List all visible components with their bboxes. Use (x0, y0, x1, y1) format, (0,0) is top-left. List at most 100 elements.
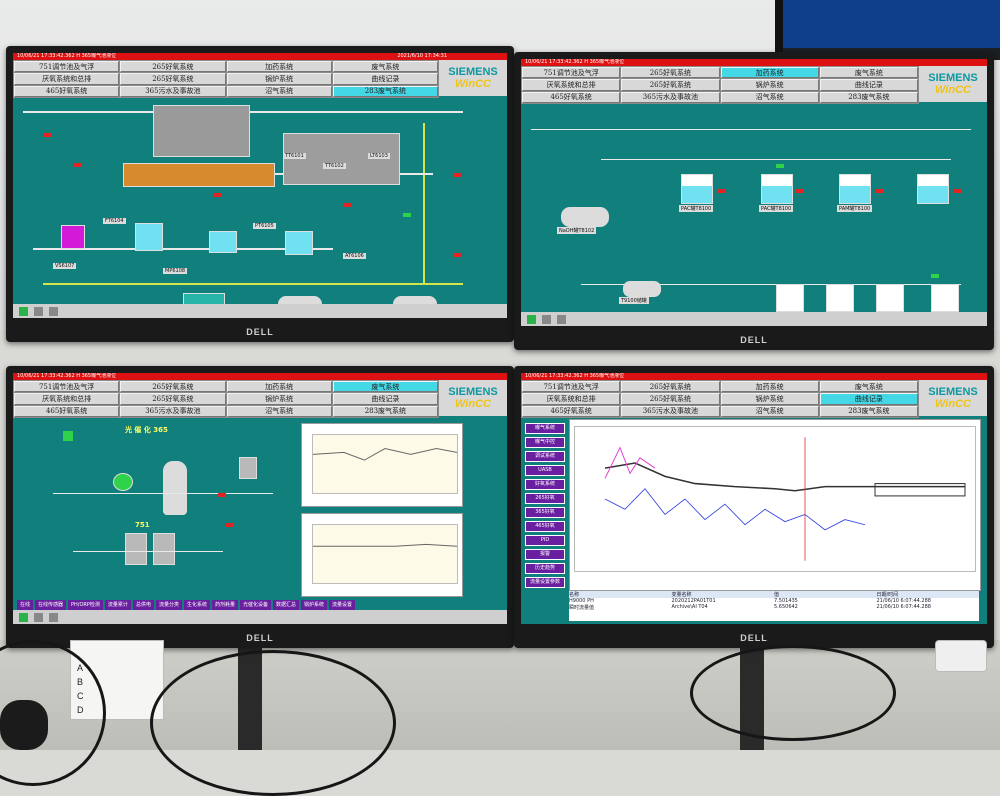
side-nav-btn[interactable]: 流量设置参数 (525, 577, 565, 588)
trend-chart (604, 437, 966, 561)
nav-btn[interactable]: 265好氧系统 (120, 73, 226, 85)
side-nav-btn[interactable]: 调试系统 (525, 451, 565, 462)
func-btn[interactable]: 流量设置 (329, 600, 356, 610)
nav-btn[interactable]: 283废气系统 (819, 405, 918, 417)
tool-icon[interactable] (49, 612, 58, 622)
process-tag: LT6103 (368, 153, 390, 159)
logo-wincc: WinCC (455, 78, 491, 90)
nav-btn[interactable]: 厌氧系统和总排 (522, 79, 621, 91)
nav-btn[interactable]: 751调节池及气浮 (14, 61, 120, 73)
nav-btn[interactable]: 沼气系统 (720, 405, 819, 417)
play-icon[interactable] (527, 314, 536, 324)
side-nav-btn[interactable]: UASB (525, 465, 565, 476)
nav-btn[interactable]: 751调节池及气浮 (522, 67, 621, 79)
nav-btn[interactable]: 265好氧系统 (120, 393, 226, 405)
nav-btn[interactable]: 265好氧系统 (621, 381, 720, 393)
nav-btn[interactable]: 465好氧系统 (522, 405, 621, 417)
func-btn[interactable]: 药剂耗量 (211, 600, 238, 610)
func-btn[interactable]: 流量分类 (155, 600, 182, 610)
nav-btn[interactable]: 265好氧系统 (621, 393, 720, 405)
logo-siemens: SIEMENS (928, 72, 978, 84)
nav-btn[interactable]: 365污水及事故池 (621, 405, 720, 417)
trend-window[interactable] (301, 423, 463, 507)
nav-btn[interactable]: 365污水及事故池 (621, 91, 720, 103)
nav-btn-active[interactable]: 283废气系统 (332, 85, 438, 97)
monitor-top-right: 10/06/21 17:33:42.362 H 365曝气池液位 751调节池及… (514, 52, 994, 350)
cable (690, 645, 896, 741)
nav-btn[interactable]: 265好氧系统 (621, 67, 720, 79)
func-btn[interactable]: 在线传感器 (35, 600, 67, 610)
nav-btn[interactable]: 751调节池及气浮 (522, 381, 621, 393)
nav-btn[interactable]: 加药系统 (226, 61, 332, 73)
nav-btn[interactable]: 废气系统 (819, 67, 918, 79)
func-btn[interactable]: 总供电 (132, 600, 154, 610)
func-btn[interactable]: 流量累计 (104, 600, 131, 610)
nav-grid: 751调节池及气浮 265好氧系统 加药系统 废气系统 厌氧系统和总排 265好… (521, 66, 919, 104)
trend-window[interactable] (301, 513, 463, 597)
mouse (0, 700, 48, 750)
nav-btn-active[interactable]: 废气系统 (332, 381, 438, 393)
col-header: 值 (774, 592, 780, 598)
dosing-tank (761, 174, 793, 204)
func-btn[interactable]: PH/ORP检测 (68, 600, 103, 610)
nav-btn[interactable]: 曲线记录 (332, 73, 438, 85)
side-nav-btn[interactable]: 报警 (525, 549, 565, 560)
nav-btn[interactable]: 锅炉系统 (226, 73, 332, 85)
nav-btn[interactable]: 锅炉系统 (720, 393, 819, 405)
func-btn[interactable]: 生化系统 (183, 600, 210, 610)
nav-btn[interactable]: 465好氧系统 (522, 91, 621, 103)
trend-window-large[interactable] (569, 419, 981, 591)
side-nav-btn[interactable]: 曝气中控 (525, 437, 565, 448)
nav-btn[interactable]: 265好氧系统 (621, 79, 720, 91)
func-btn[interactable]: 光催化设备 (240, 600, 272, 610)
nav-btn[interactable]: 465好氧系统 (14, 85, 120, 97)
func-btn[interactable]: 数据汇总 (273, 600, 300, 610)
nav-btn[interactable]: 365污水及事故池 (120, 405, 226, 417)
nav-btn[interactable]: 曲线记录 (819, 79, 918, 91)
nav-btn[interactable]: 751调节池及气浮 (14, 381, 120, 393)
nav-btn[interactable]: 283废气系统 (819, 91, 918, 103)
nav-btn[interactable]: 厌氧系统和总排 (14, 393, 120, 405)
tool-icon[interactable] (34, 612, 43, 622)
monitor-bottom-left: 10/06/21 17:33:42.362 H 365曝气池液位 751调节池及… (6, 366, 514, 648)
nav-btn-active[interactable]: 曲线记录 (819, 393, 918, 405)
side-nav-btn[interactable]: 265好氧 (525, 493, 565, 504)
tool-icon[interactable] (34, 306, 43, 316)
nav-btn[interactable]: 365污水及事故池 (120, 85, 226, 97)
play-icon[interactable] (19, 306, 28, 316)
tool-icon[interactable] (557, 314, 566, 324)
nav-btn-active[interactable]: 加药系统 (720, 67, 819, 79)
table-row[interactable]: 瞬时流量值 Archive\AI T04 5.650642 21/06/10 6… (569, 604, 979, 611)
func-btn[interactable]: 锅炉系统 (301, 600, 328, 610)
nav-btn[interactable]: 沼气系统 (226, 405, 332, 417)
nav-btn[interactable]: 锅炉系统 (226, 393, 332, 405)
nav-btn[interactable]: 曲线记录 (332, 393, 438, 405)
side-nav-btn[interactable]: 好氧系统 (525, 479, 565, 490)
side-nav-btn[interactable]: 365好氧 (525, 507, 565, 518)
func-btn[interactable]: 在线 (17, 600, 34, 610)
nav-btn[interactable]: 265好氧系统 (120, 61, 226, 73)
nav-btn[interactable]: 加药系统 (226, 381, 332, 393)
nav-btn[interactable]: 锅炉系统 (720, 79, 819, 91)
tool-icon[interactable] (49, 306, 58, 316)
siemens-wincc-logo: SIEMENS WinCC (439, 380, 507, 416)
nav-btn[interactable]: 265好氧系统 (120, 381, 226, 393)
side-nav-btn[interactable]: 曝气系统 (525, 423, 565, 434)
tool-icon[interactable] (542, 314, 551, 324)
logo-siemens: SIEMENS (448, 386, 498, 398)
dell-logo: DELL (740, 633, 768, 643)
side-nav-btn[interactable]: 465好氧 (525, 521, 565, 532)
nav-btn[interactable]: 沼气系统 (226, 85, 332, 97)
nav-btn[interactable]: 465好氧系统 (14, 405, 120, 417)
play-icon[interactable] (19, 612, 28, 622)
nav-btn[interactable]: 283废气系统 (332, 405, 438, 417)
nav-btn[interactable]: 厌氧系统和总排 (522, 393, 621, 405)
nav-btn[interactable]: 加药系统 (720, 381, 819, 393)
process-tag: TT6102 (323, 163, 346, 169)
nav-btn[interactable]: 厌氧系统和总排 (14, 73, 120, 85)
nav-btn[interactable]: 沼气系统 (720, 91, 819, 103)
side-nav-btn[interactable]: 历史趋势 (525, 563, 565, 574)
nav-btn[interactable]: 废气系统 (819, 381, 918, 393)
side-nav-btn[interactable]: PID (525, 535, 565, 546)
nav-btn[interactable]: 废气系统 (332, 61, 438, 73)
